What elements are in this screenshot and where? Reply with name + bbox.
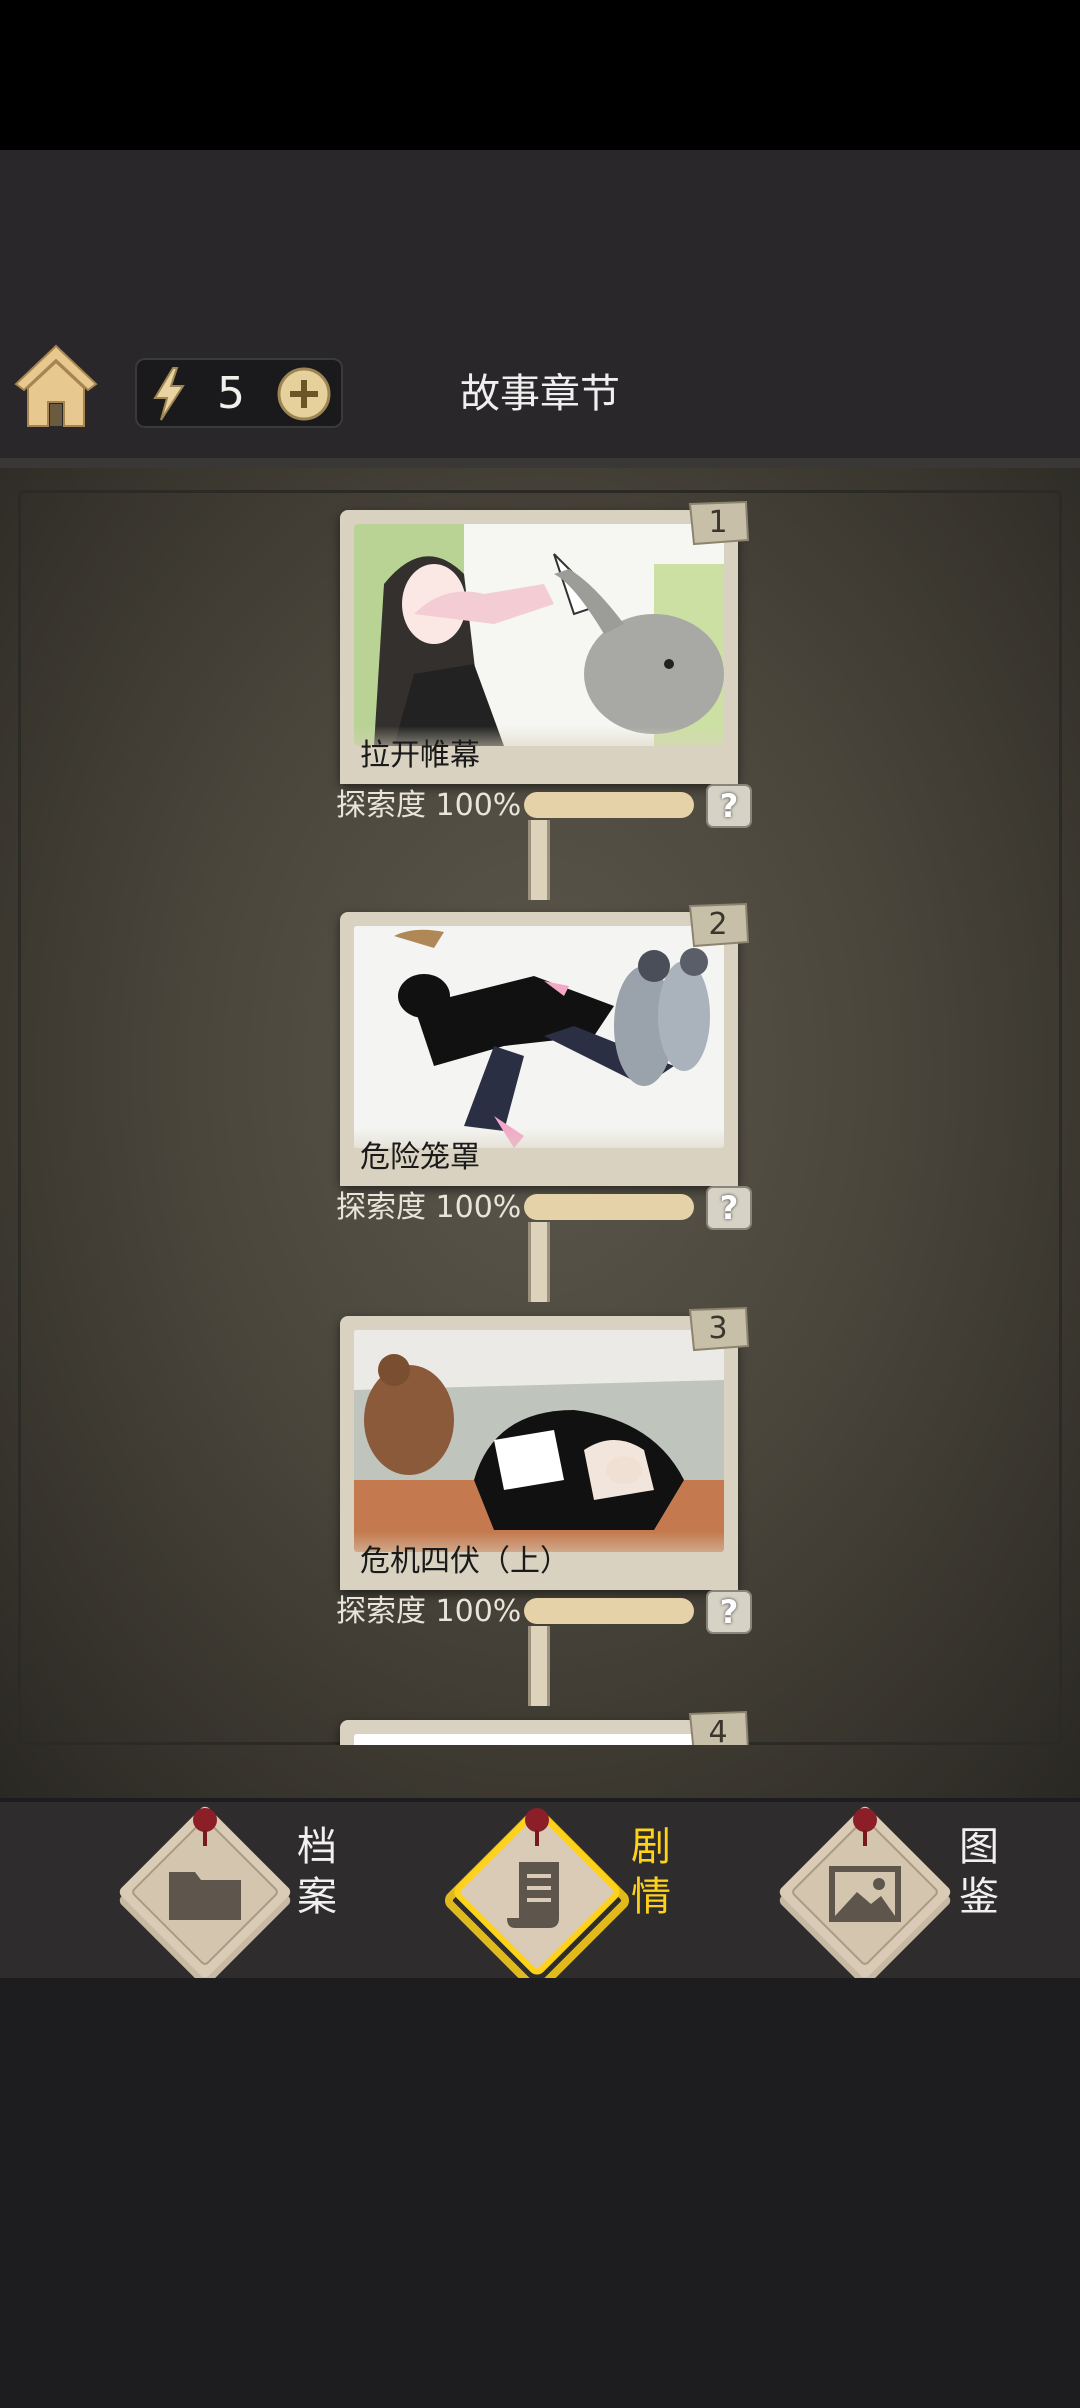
progress-fill [524, 792, 694, 818]
chapter-image [354, 524, 724, 746]
progress-bar [524, 1598, 694, 1624]
progress-fill [524, 1194, 694, 1220]
chapter-card-3[interactable]: 危机四伏（上） 3 [340, 1306, 750, 1590]
scroll-icon [442, 1802, 632, 1993]
chapter-card-4[interactable]: 4 [340, 1710, 749, 1745]
chapter-progress: 探索度 100% ? [336, 1186, 756, 1230]
chapter-card-2[interactable]: 危险笼罩 2 [340, 902, 750, 1186]
chapter-connector [528, 1222, 550, 1302]
chapter-number: 2 [708, 907, 728, 942]
chapter-progress: 探索度 100% ? [336, 784, 756, 828]
help-button[interactable]: ? [706, 1186, 752, 1230]
chapter-connector [528, 1626, 550, 1706]
bottom-nav: 档 案 剧 情 图 鉴 [0, 1802, 1080, 1993]
chapter-title: 危机四伏（上） [360, 1544, 570, 1579]
folder-icon [110, 1802, 300, 1986]
energy-counter: 5 [135, 358, 343, 428]
chapter-list[interactable]: 拉开帷幕 1 探索度 100% ? 危险笼罩 2 探索度 100% ? 危机四伏… [0, 480, 1080, 1745]
chapter-title: 拉开帷幕 [360, 738, 480, 773]
nav-gallery[interactable]: 图 鉴 [770, 1802, 1020, 1986]
progress-bar [524, 1194, 694, 1220]
chapter-number: 1 [708, 505, 728, 540]
help-button[interactable]: ? [706, 1590, 752, 1634]
progress-bar [524, 792, 694, 818]
page-title: 故事章节 [460, 371, 620, 417]
chapter-number: 3 [708, 1311, 728, 1346]
nav-story-label-2: 情 [631, 1874, 671, 1920]
picture-icon [770, 1802, 960, 1986]
chapter-number-badge: 2 [686, 902, 750, 948]
chapter-image [354, 1330, 724, 1552]
progress-label: 探索度 100% [336, 1190, 522, 1225]
status-bar [0, 0, 1080, 150]
nav-archive-label-2: 案 [297, 1874, 337, 1920]
nav-gallery-label-2: 鉴 [959, 1874, 999, 1920]
progress-fill [524, 1598, 694, 1624]
home-icon[interactable] [12, 340, 100, 432]
chapter-connector [528, 820, 550, 900]
energy-value: 5 [217, 368, 245, 419]
chapter-image [354, 1734, 724, 1745]
nav-story[interactable]: 剧 情 [442, 1802, 692, 1993]
nav-archive[interactable]: 档 案 [110, 1802, 360, 1986]
nav-gallery-label-1: 图 [959, 1824, 999, 1870]
chapter-image [354, 926, 724, 1148]
chapter-number-badge: 4 [686, 1710, 750, 1745]
top-bar-divider [0, 458, 1080, 468]
progress-label: 探索度 100% [336, 788, 522, 823]
chapter-number: 4 [708, 1715, 728, 1745]
chapter-title: 危险笼罩 [360, 1140, 480, 1175]
chapter-progress: 探索度 100% ? [336, 1590, 756, 1634]
nav-story-label-1: 剧 [631, 1824, 671, 1870]
help-button[interactable]: ? [706, 784, 752, 828]
chapter-number-badge: 1 [686, 500, 750, 546]
lightning-icon [147, 366, 191, 422]
progress-label: 探索度 100% [336, 1594, 522, 1629]
chapter-card-1[interactable]: 拉开帷幕 1 [340, 500, 750, 784]
add-energy-icon[interactable] [277, 367, 331, 421]
nav-archive-label-1: 档 [297, 1824, 337, 1870]
chapter-number-badge: 3 [686, 1306, 750, 1352]
